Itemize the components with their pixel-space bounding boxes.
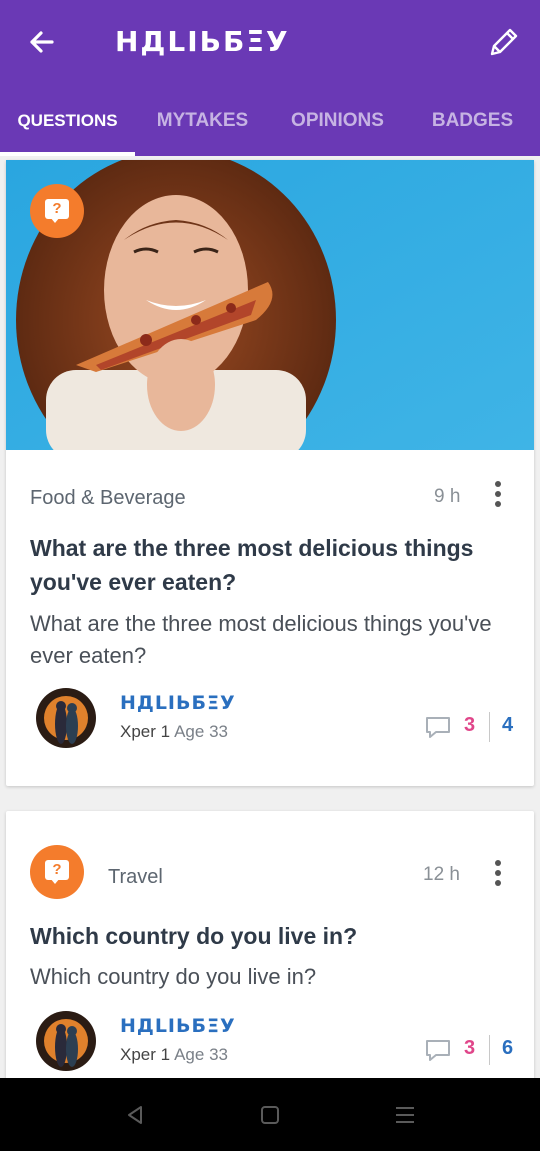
arrow-left-icon: [30, 31, 54, 53]
post-time: 9 h: [434, 486, 461, 507]
count-divider: [489, 712, 490, 742]
tab-questions[interactable]: QUESTIONS: [0, 92, 135, 152]
question-type-badge: ?: [30, 184, 84, 238]
question-card[interactable]: ? Food & Beverage 9 h What are the three…: [6, 160, 534, 786]
square-home-icon[interactable]: [257, 1102, 283, 1128]
profile-title: НДLIЬБΞУ: [115, 25, 290, 58]
avatar[interactable]: [36, 688, 96, 748]
question-title[interactable]: Which country do you live in?: [30, 919, 500, 953]
post-category[interactable]: Food & Beverage: [30, 487, 186, 510]
tab-badges[interactable]: BADGES: [405, 92, 540, 152]
comment-icon: [426, 1040, 450, 1061]
opinion-count[interactable]: 4: [502, 714, 513, 737]
edit-button[interactable]: [484, 22, 524, 62]
question-icon: ?: [45, 860, 69, 880]
app-bar: НДLIЬБΞУ QUESTIONS MYTAKES OPINIONS BADG…: [0, 0, 540, 156]
question-feed[interactable]: ? Food & Beverage 9 h What are the three…: [0, 156, 540, 1078]
question-image: ?: [6, 160, 534, 450]
author-level: Xper 1: [120, 722, 171, 741]
avatar[interactable]: [36, 1011, 96, 1071]
author-level: Xper 1: [120, 1045, 171, 1064]
triangle-back-icon[interactable]: [122, 1102, 148, 1128]
author-meta: Xper 1 Age 33: [120, 1045, 228, 1065]
author-age: Age 33: [174, 1045, 228, 1064]
question-icon: ?: [45, 199, 69, 219]
tab-bar: QUESTIONS MYTAKES OPINIONS BADGES: [0, 92, 540, 156]
more-options-icon[interactable]: [488, 480, 508, 510]
comment-count[interactable]: 3: [464, 714, 475, 737]
opinion-count[interactable]: 6: [502, 1037, 513, 1060]
tab-mytakes[interactable]: MYTAKES: [135, 92, 270, 152]
comment-count[interactable]: 3: [464, 1037, 475, 1060]
system-nav-bar: [0, 1078, 540, 1151]
post-time: 12 h: [423, 864, 460, 885]
question-title[interactable]: What are the three most delicious things…: [30, 531, 500, 599]
more-options-icon[interactable]: [488, 859, 508, 889]
back-button[interactable]: [22, 22, 62, 62]
comment-icon: [426, 717, 450, 738]
question-card[interactable]: ? Travel 12 h Which country do you live …: [6, 811, 534, 1078]
tab-opinions[interactable]: OPINIONS: [270, 92, 405, 152]
post-category[interactable]: Travel: [108, 866, 163, 889]
question-body[interactable]: What are the three most delicious things…: [30, 608, 510, 672]
author-name[interactable]: НДLIЬБΞУ: [120, 1015, 236, 1037]
count-divider: [489, 1035, 490, 1065]
pencil-icon: [490, 28, 518, 56]
menu-lines-icon[interactable]: [392, 1102, 418, 1128]
question-type-badge: ?: [30, 845, 84, 899]
author-meta: Xper 1 Age 33: [120, 722, 228, 742]
author-age: Age 33: [174, 722, 228, 741]
author-name[interactable]: НДLIЬБΞУ: [120, 692, 236, 714]
question-body[interactable]: Which country do you live in?: [30, 961, 510, 993]
